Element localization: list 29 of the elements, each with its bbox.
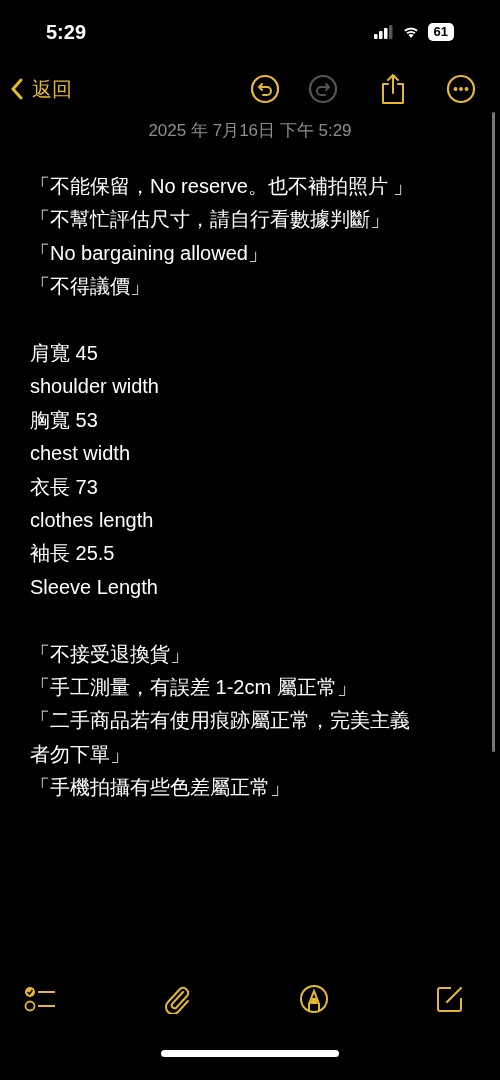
note-line: clothes length <box>30 508 155 534</box>
checklist-icon[interactable] <box>24 985 56 1013</box>
note-line: 肩寬 45 <box>30 341 99 366</box>
note-line: 「手工測量，有誤差 1-2cm 屬正常」 <box>30 675 358 701</box>
note-line: 胸寬 53 <box>30 407 99 433</box>
compose-icon[interactable] <box>436 985 464 1013</box>
note-line: 「不得議價」 <box>30 274 151 300</box>
note-line: Sleeve Length <box>30 574 159 600</box>
more-icon[interactable] <box>446 74 476 104</box>
status-time: 5:29 <box>46 20 88 44</box>
note-line: 「不幫忙評估尺寸，請自行看數據判斷」 <box>30 207 391 233</box>
back-button[interactable]: 返回 <box>10 75 72 103</box>
note-date: 2025 年 7月16日 下午 5:29 <box>147 120 353 142</box>
battery-level: 61 <box>427 23 454 41</box>
markup-pen-icon[interactable] <box>298 984 329 1014</box>
signal-icon <box>373 25 394 39</box>
note-line: 「不接受退換貨」 <box>30 641 191 667</box>
note-line: chest width <box>30 441 132 467</box>
paperclip-icon[interactable] <box>163 984 192 1014</box>
share-icon[interactable] <box>380 73 406 105</box>
note-line: 「No bargaining allowed」 <box>30 240 269 266</box>
undo-icon[interactable] <box>250 74 280 104</box>
note-line: 「不能保留，No reserve。也不補拍照片 」 <box>30 174 415 199</box>
note-line: shoulder width <box>30 374 160 400</box>
note-line: 「手機拍攝有些色差屬正常」 <box>30 775 291 801</box>
chevron-left-icon <box>10 78 24 100</box>
note-line: 衣長 73 <box>30 474 99 500</box>
note-line: 袖長 25.5 <box>30 541 116 567</box>
note-line: 「二手商品若有使用痕跡屬正常，完美主義者勿下單」 <box>30 708 411 767</box>
